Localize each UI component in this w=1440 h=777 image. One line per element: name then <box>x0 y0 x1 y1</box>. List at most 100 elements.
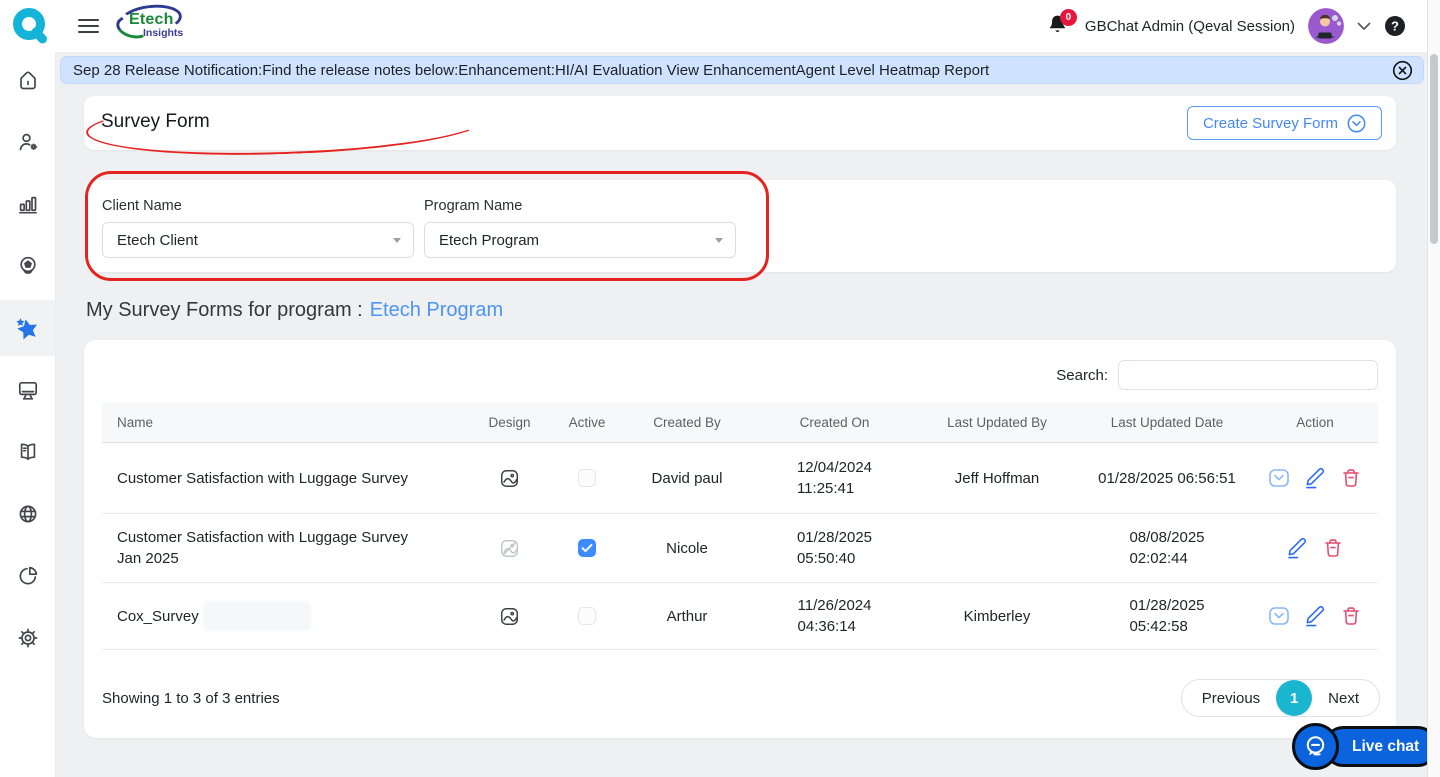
page-title-card: Survey Form Create Survey Form <box>84 96 1396 150</box>
qeval-logo-icon[interactable] <box>10 6 50 46</box>
qa-badge-icon <box>19 256 36 274</box>
sidebar <box>0 52 56 777</box>
scrollbar-thumb[interactable] <box>1430 54 1438 244</box>
column-header-name[interactable]: Name <box>102 403 462 442</box>
design-image-icon[interactable] <box>499 606 520 627</box>
user-menu-chevron-down-icon[interactable] <box>1357 22 1371 31</box>
delete-trash-icon[interactable] <box>1322 537 1344 559</box>
user-settings-icon <box>19 133 37 151</box>
sidebar-item-settings[interactable] <box>0 610 55 666</box>
notification-bell-icon[interactable]: 0 <box>1045 9 1077 40</box>
edit-pencil-icon[interactable] <box>1304 605 1326 627</box>
pagination: Previous 1 Next <box>1180 679 1380 717</box>
hamburger-menu-icon[interactable] <box>78 16 99 36</box>
chat-bubble-icon <box>1292 723 1339 770</box>
sidebar-item-survey[interactable] <box>0 300 55 356</box>
pagination-next-button[interactable]: Next <box>1312 690 1379 707</box>
search-label: Search: <box>1056 366 1108 384</box>
filters-card: Client Name Etech Client Program Name Et… <box>84 180 1396 272</box>
top-bar: Etech Insights 0 GBChat Admin (Qeval Ses… <box>0 0 1440 52</box>
create-survey-form-label: Create Survey Form <box>1202 114 1338 132</box>
search-row: Search: <box>1056 360 1378 390</box>
pagination-previous-button[interactable]: Previous <box>1182 690 1276 707</box>
active-checkbox[interactable] <box>578 539 596 557</box>
last-updated-by-cell: Kimberley <box>963 607 1031 625</box>
delete-trash-icon[interactable] <box>1340 605 1362 627</box>
table-row: Cox_Survey Arthur 11/26/2024 04:36:14 Kim… <box>102 583 1378 650</box>
active-checkbox[interactable] <box>578 607 596 625</box>
topbar-right-cluster: 0 GBChat Admin (Qeval Session) ? <box>1045 0 1406 52</box>
column-header-active[interactable]: Active <box>557 403 617 442</box>
client-name-label: Client Name <box>102 198 182 214</box>
table-body: Customer Satisfaction with Luggage Surve… <box>102 443 1378 650</box>
app-window: Etech Insights 0 GBChat Admin (Qeval Ses… <box>0 0 1440 777</box>
column-header-last-updated-by[interactable]: Last Updated By <box>912 403 1082 442</box>
sidebar-item-knowledge[interactable] <box>0 424 55 480</box>
delete-trash-icon[interactable] <box>1340 467 1362 489</box>
help-icon[interactable]: ? <box>1384 15 1406 37</box>
sidebar-item-users[interactable] <box>0 114 55 170</box>
column-header-action[interactable]: Action <box>1252 403 1378 442</box>
svg-text:?: ? <box>1391 19 1399 34</box>
banner-close-icon[interactable] <box>1392 60 1413 81</box>
book-icon <box>20 443 35 460</box>
table-header-row: Name Design Active Created By Created On… <box>102 403 1378 443</box>
edit-pencil-icon[interactable] <box>1286 537 1308 559</box>
active-checkbox[interactable] <box>578 469 596 487</box>
user-name[interactable]: GBChat Admin (Qeval Session) <box>1085 18 1295 35</box>
program-name-select[interactable]: Etech Program <box>424 222 736 258</box>
program-name-label: Program Name <box>424 198 523 214</box>
column-header-created-by[interactable]: Created By <box>617 403 757 442</box>
design-image-icon[interactable] <box>499 468 520 489</box>
home-icon <box>19 71 36 90</box>
created-on-cell: 12/04/2024 11:25:41 <box>796 459 873 497</box>
section-heading-program-link[interactable]: Etech Program <box>370 299 503 321</box>
pagination-page-1-button[interactable]: 1 <box>1276 680 1313 716</box>
mail-icon[interactable] <box>1268 467 1290 489</box>
design-image-disabled-icon[interactable] <box>499 538 520 559</box>
last-updated-date-cell: 01/28/2025 06:56:51 <box>1098 469 1236 487</box>
client-name-select[interactable]: Etech Client <box>102 222 414 258</box>
live-chat-label: Live chat <box>1352 737 1420 755</box>
bar-chart-icon <box>18 196 37 214</box>
sidebar-item-analytics[interactable] <box>0 176 55 232</box>
notification-badge: 0 <box>1059 9 1077 26</box>
caret-down-icon <box>715 237 723 243</box>
sidebar-item-home[interactable] <box>0 52 55 108</box>
sidebar-item-reports[interactable] <box>0 548 55 604</box>
etech-insights-logo[interactable]: Etech Insights <box>112 1 196 48</box>
created-by-cell: David paul <box>651 469 723 487</box>
create-survey-form-button[interactable]: Create Survey Form <box>1186 106 1382 140</box>
sidebar-item-monitoring[interactable] <box>0 362 55 418</box>
search-input[interactable] <box>1118 360 1378 390</box>
section-heading: My Survey Forms for program : Etech Progr… <box>86 299 503 322</box>
edit-pencil-icon[interactable] <box>1304 467 1326 489</box>
last-updated-date-cell: 01/28/2025 05:42:58 <box>1129 597 1205 635</box>
created-by-cell: Arthur <box>666 607 708 625</box>
survey-name-cell: Customer Satisfaction with Luggage Surve… <box>117 469 408 487</box>
scrollbar-track[interactable] <box>1427 0 1440 777</box>
monitor-icon <box>18 381 37 400</box>
page-title: Survey Form <box>101 111 210 132</box>
avatar[interactable] <box>1308 8 1344 44</box>
column-header-created-on[interactable]: Created On <box>757 403 912 442</box>
program-name-value: Etech Program <box>439 231 540 249</box>
section-heading-prefix: My Survey Forms for program : <box>86 299 363 321</box>
redacted-text-blur <box>202 601 311 631</box>
created-on-cell: 01/28/2025 05:50:40 <box>796 529 873 567</box>
settings-gear-icon <box>18 628 37 648</box>
banner-text: Sep 28 Release Notification:Find the rel… <box>73 61 990 79</box>
caret-down-icon <box>393 237 401 243</box>
sidebar-item-web[interactable] <box>0 486 55 542</box>
survey-star-icon <box>16 317 37 339</box>
sidebar-item-qa[interactable] <box>0 238 55 294</box>
globe-icon <box>19 505 36 523</box>
survey-name-cell: Customer Satisfaction with Luggage Surve… <box>117 529 408 567</box>
live-chat-button[interactable]: Live chat <box>1292 723 1439 770</box>
column-header-last-updated-date[interactable]: Last Updated Date <box>1082 403 1252 442</box>
survey-table-card: Search: Name Design Active Created By Cr… <box>84 340 1396 738</box>
table-footer: Showing 1 to 3 of 3 entries Previous 1 N… <box>102 679 1380 717</box>
mail-icon[interactable] <box>1268 605 1290 627</box>
pie-chart-icon <box>19 566 37 585</box>
column-header-design[interactable]: Design <box>462 403 557 442</box>
